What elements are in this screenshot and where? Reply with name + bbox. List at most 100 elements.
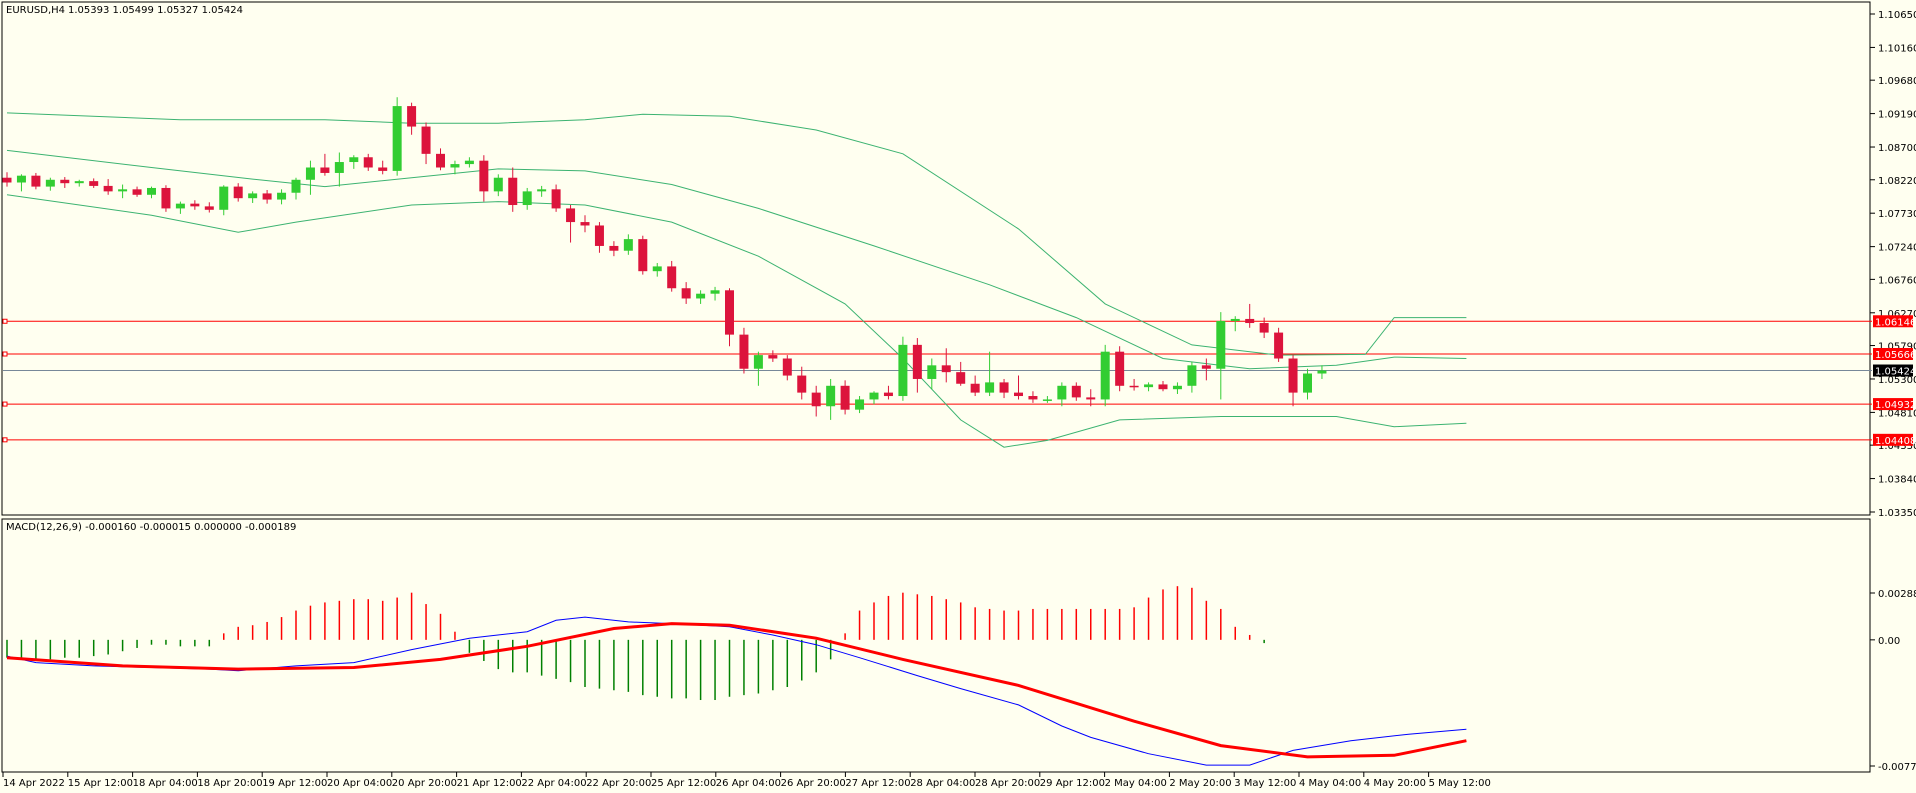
candle-body — [464, 160, 474, 165]
price-tick-label: 1.07730 — [1878, 209, 1916, 220]
candle — [1115, 346, 1125, 392]
candle — [392, 97, 402, 176]
price-tick-label: 1.07240 — [1878, 243, 1916, 254]
candle-body — [1144, 384, 1154, 388]
candle-body — [1172, 385, 1182, 390]
candle — [739, 327, 749, 374]
time-tick-label: 25 Apr 12:00 — [651, 778, 716, 789]
candle — [161, 185, 171, 212]
candle-body — [970, 383, 980, 393]
candle — [638, 235, 648, 275]
candle-body — [1071, 385, 1081, 398]
candle-body — [912, 344, 922, 379]
candle-body — [1259, 323, 1269, 333]
candle-body — [811, 392, 821, 407]
level-handle — [2, 318, 8, 324]
time-tick-label: 28 Apr 20:00 — [975, 778, 1040, 789]
candle-body — [753, 355, 763, 369]
price-tick-label: 1.08220 — [1878, 176, 1916, 187]
time-tick-label: 2 May 04:00 — [1105, 778, 1167, 789]
price-tick-label: 1.10160 — [1878, 43, 1916, 54]
candle-body — [826, 385, 836, 407]
candle-body — [436, 153, 445, 168]
candle-body — [450, 164, 460, 168]
candle-body — [407, 106, 417, 127]
candle-body — [233, 186, 243, 199]
candle-body — [60, 179, 70, 184]
candle-body — [89, 181, 99, 186]
level-handle — [2, 401, 8, 407]
candle-body — [1201, 365, 1211, 369]
candle-body — [493, 177, 503, 192]
candle-body — [479, 160, 489, 192]
time-tick-label: 4 May 04:00 — [1299, 778, 1361, 789]
candle-body — [768, 355, 778, 359]
candle-body — [392, 106, 402, 171]
candle-body — [667, 266, 677, 289]
candle-body — [652, 266, 662, 272]
candle-body — [204, 206, 214, 210]
candle-body — [1014, 392, 1023, 397]
candle-body — [1129, 385, 1139, 388]
candle-body — [103, 185, 113, 192]
candle-body — [1086, 397, 1096, 400]
macd-tick-label: -0.007757 — [1878, 762, 1916, 773]
price-tick-label: 1.10650 — [1878, 10, 1916, 21]
candle-body — [710, 290, 720, 294]
candle-body — [147, 187, 156, 195]
candle-body — [522, 191, 532, 206]
candle-body — [378, 167, 388, 171]
level-handle — [2, 437, 8, 443]
candle-body — [782, 358, 792, 376]
candle-body — [1100, 351, 1110, 400]
candle-body — [1042, 399, 1052, 401]
candle-body — [797, 375, 807, 393]
candle-body — [609, 245, 619, 251]
candle-body — [262, 193, 272, 200]
price-tick-label: 1.03840 — [1878, 475, 1916, 486]
trading-chart[interactable]: 1.10650 1.10160 1.09680 1.09190 1.08700 1.082… — [0, 0, 1916, 793]
candle-body — [421, 126, 431, 154]
candle-body — [739, 334, 749, 369]
level-tag-label: 1.05666 — [1875, 350, 1916, 361]
level-tag-label: 1.04408 — [1875, 436, 1916, 447]
candle-body — [869, 392, 879, 400]
time-tick-label: 27 Apr 12:00 — [845, 778, 910, 789]
candle-body — [320, 167, 330, 173]
macd-tick-label: 0.00 — [1878, 636, 1900, 647]
candle-body — [537, 189, 547, 192]
macd-label: MACD(12,26,9) -0.000160 -0.000015 0.0000… — [6, 522, 296, 533]
candle-body — [594, 225, 604, 246]
candle-body — [840, 385, 850, 410]
time-tick-label: 22 Apr 04:00 — [521, 778, 586, 789]
candle-body — [132, 189, 142, 195]
macd-tick-label: 0.00288 — [1878, 589, 1916, 600]
time-tick-label: 26 Apr 04:00 — [716, 778, 781, 789]
candle-body — [74, 181, 84, 184]
candle-body — [219, 186, 229, 210]
candle-body — [999, 382, 1009, 393]
candle-body — [898, 344, 908, 397]
time-tick-label: 18 Apr 20:00 — [197, 778, 262, 789]
candle-body — [883, 392, 893, 397]
price-tick-label: 1.09190 — [1878, 110, 1916, 121]
candle-body — [985, 382, 995, 393]
time-tick-label: 20 Apr 04:00 — [327, 778, 392, 789]
candle-body — [1216, 320, 1226, 369]
candle-body — [175, 203, 185, 209]
candle-body — [363, 157, 373, 168]
time-tick-label: 26 Apr 20:00 — [781, 778, 846, 789]
candle — [898, 336, 908, 401]
candle-body — [580, 222, 590, 226]
candle-body — [638, 239, 648, 272]
time-tick-label: 4 May 20:00 — [1364, 778, 1426, 789]
candle-body — [1158, 384, 1168, 390]
candle-body — [551, 189, 561, 209]
candle-body — [1187, 365, 1197, 386]
candle-body — [349, 157, 359, 163]
candle-body — [16, 175, 26, 183]
candle-body — [855, 399, 865, 410]
price-tick-label: 1.08700 — [1878, 143, 1916, 154]
candle-body — [277, 192, 287, 200]
time-tick-label: 29 Apr 12:00 — [1040, 778, 1105, 789]
